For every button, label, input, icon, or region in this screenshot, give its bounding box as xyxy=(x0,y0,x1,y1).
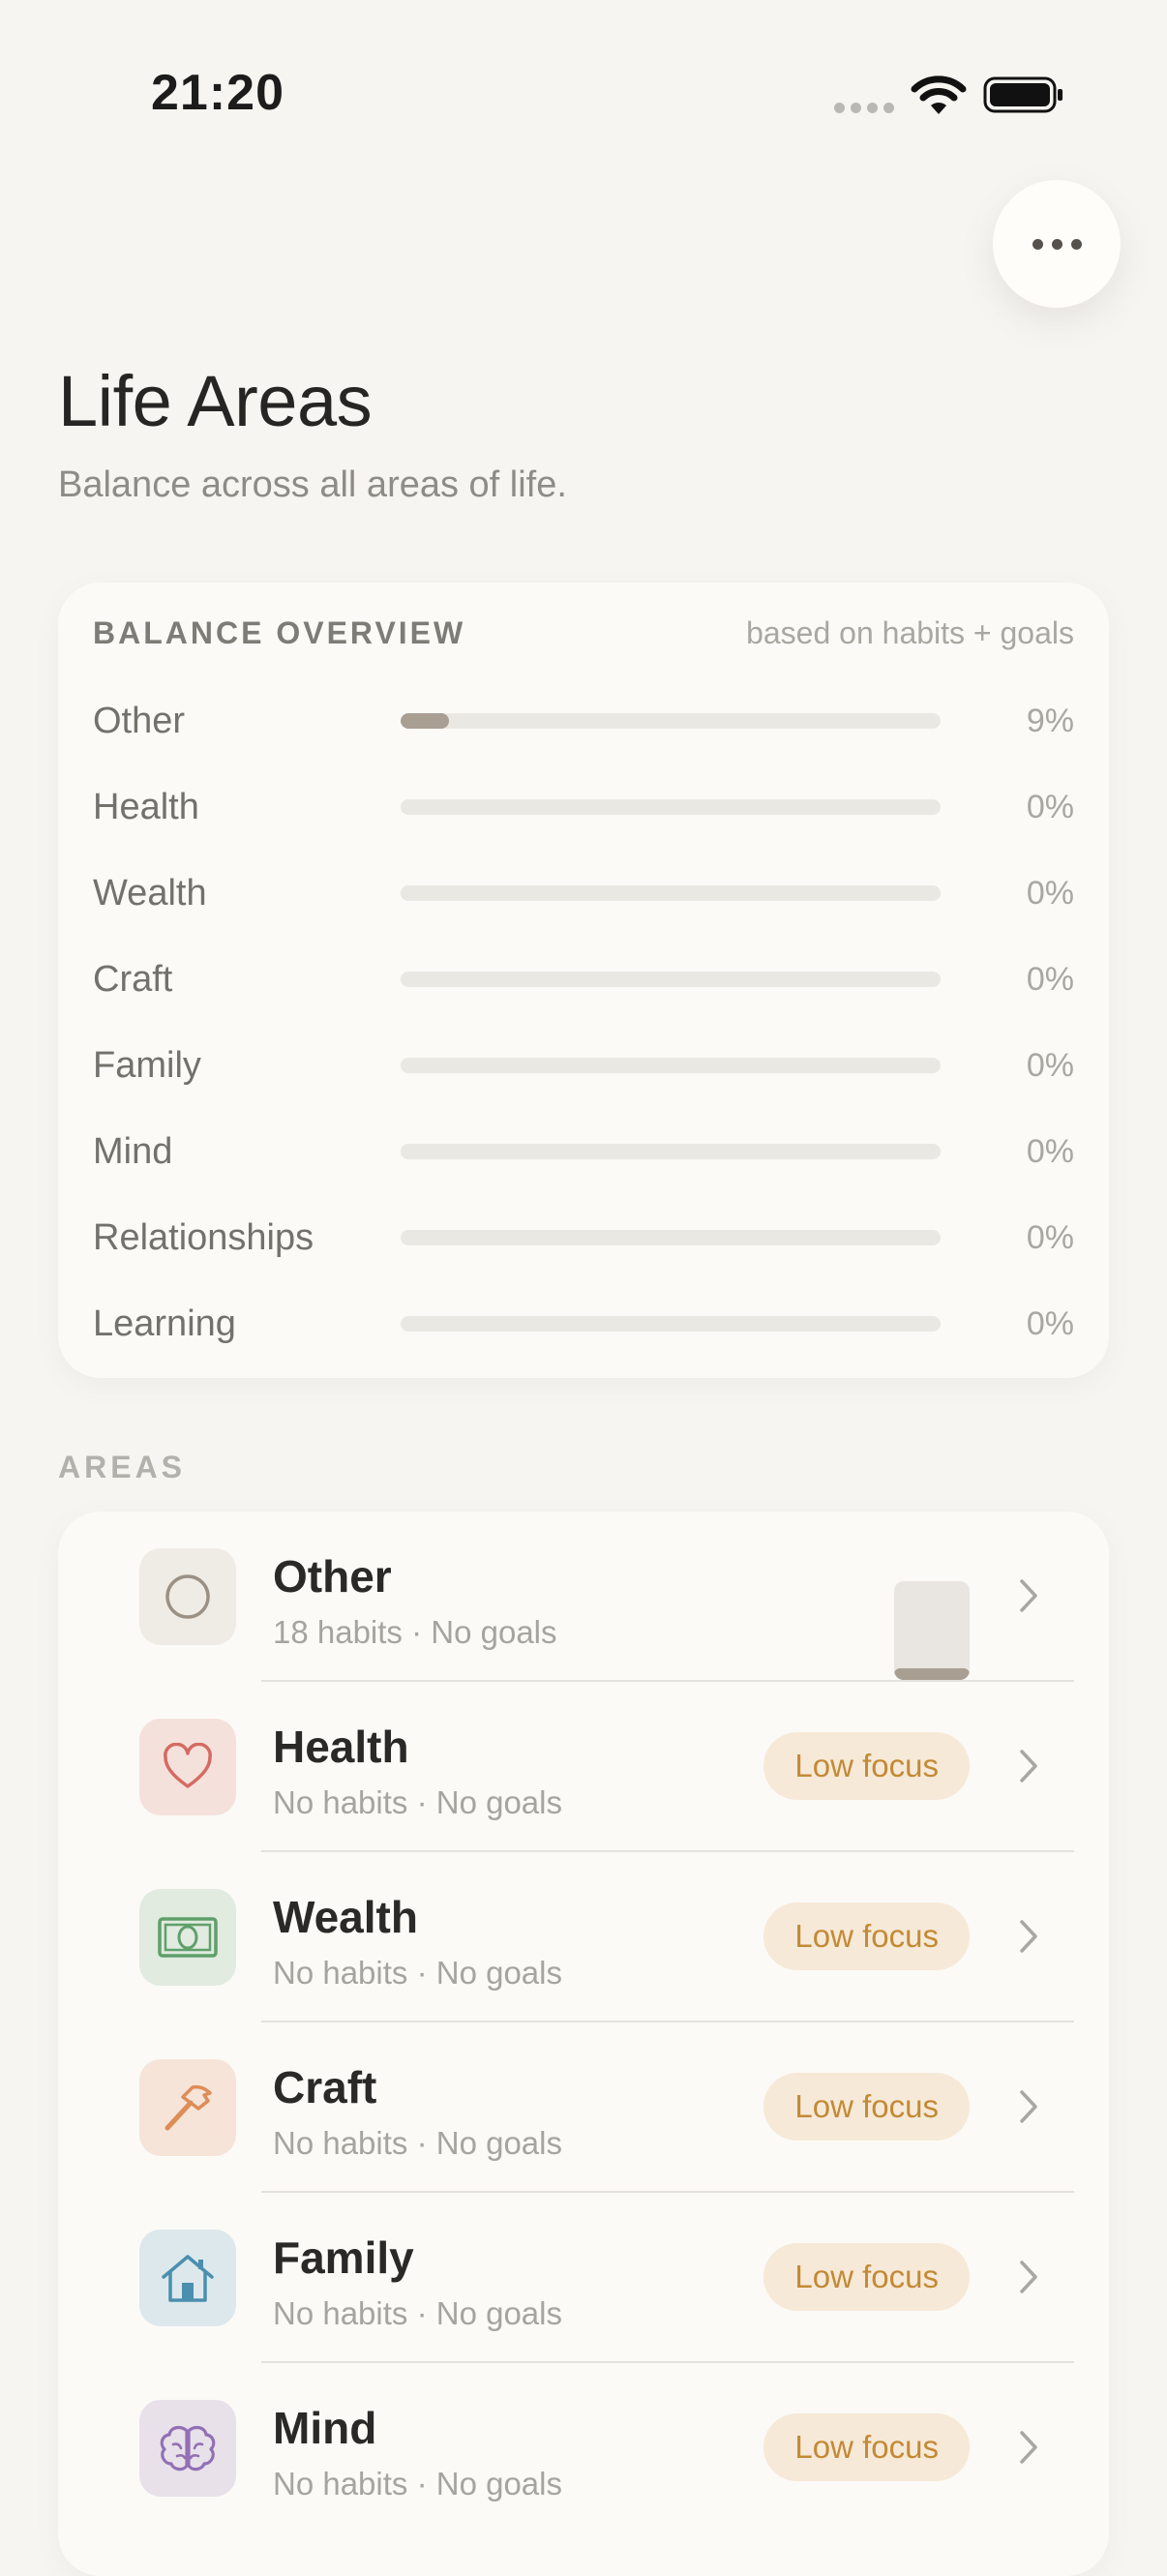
overview-progress-bar xyxy=(401,1144,941,1159)
heart-icon xyxy=(139,1719,236,1815)
overview-progress-bar xyxy=(401,799,941,815)
overview-row-percent: 0% xyxy=(1026,1305,1074,1342)
overview-row-percent: 9% xyxy=(1026,703,1074,739)
area-meta: 18 habits · No goals xyxy=(273,1614,557,1650)
overview-progress-bar xyxy=(401,972,941,987)
overview-row: Wealth 0% xyxy=(58,864,1109,922)
area-balance-mini-fill xyxy=(894,1668,970,1680)
low-focus-badge: Low focus xyxy=(763,2413,970,2481)
ellipsis-icon xyxy=(1032,238,1043,250)
area-balance-mini-bar xyxy=(894,1581,970,1680)
page-title: Life Areas xyxy=(58,361,373,441)
chevron-right-icon xyxy=(1020,1750,1037,1782)
status-bar: 21:20 xyxy=(0,0,1167,184)
page-subtitle: Balance across all areas of life. xyxy=(58,464,567,505)
overview-row-percent: 0% xyxy=(1026,1047,1074,1084)
area-row-craft[interactable]: Craft No habits · No goals Low focus xyxy=(58,2022,1109,2193)
brain-icon xyxy=(139,2400,236,2497)
overview-note: based on habits + goals xyxy=(746,615,1074,650)
area-row-other[interactable]: Other 18 habits · No goals xyxy=(58,1512,1109,1682)
area-meta: No habits · No goals xyxy=(273,2466,562,2501)
area-name: Health xyxy=(273,1722,409,1772)
overview-row: Mind 0% xyxy=(58,1123,1109,1181)
areas-list-card: Other 18 habits · No goals Health No habits… xyxy=(58,1512,1109,2576)
area-row-health[interactable]: Health No habits · No goals Low focus xyxy=(58,1682,1109,1852)
area-name: Mind xyxy=(273,2403,377,2453)
area-name: Family xyxy=(273,2232,414,2283)
wifi-icon xyxy=(911,75,967,114)
areas-section-label: AREAS xyxy=(58,1450,187,1484)
area-name: Craft xyxy=(273,2062,377,2112)
overview-row-label: Mind xyxy=(93,1131,173,1172)
hammer-icon xyxy=(139,2059,236,2156)
overview-progress-bar xyxy=(401,885,941,901)
overview-row: Relationships 0% xyxy=(58,1209,1109,1267)
overview-progress-bar xyxy=(401,1316,941,1332)
area-name: Wealth xyxy=(273,1892,418,1942)
cellular-signal-icon xyxy=(834,103,894,113)
area-meta: No habits · No goals xyxy=(273,2295,562,2331)
overview-row: Other 9% xyxy=(58,692,1109,750)
area-meta: No habits · No goals xyxy=(273,2125,562,2161)
overview-row-percent: 0% xyxy=(1026,961,1074,998)
overview-row-percent: 0% xyxy=(1026,875,1074,912)
chevron-right-icon xyxy=(1020,2261,1037,2293)
overview-row-percent: 0% xyxy=(1026,789,1074,825)
low-focus-badge: Low focus xyxy=(763,1732,970,1800)
overview-row: Craft 0% xyxy=(58,950,1109,1008)
overview-progress-bar xyxy=(401,1230,941,1245)
overview-row-label: Family xyxy=(93,1045,201,1086)
house-icon xyxy=(139,2230,236,2326)
circle-icon xyxy=(139,1548,236,1645)
overview-row-label: Other xyxy=(93,701,186,741)
balance-overview-card: BALANCE OVERVIEW based on habits + goals… xyxy=(58,583,1109,1378)
area-name: Other xyxy=(273,1551,392,1602)
overview-row-label: Wealth xyxy=(93,873,207,914)
chevron-right-icon xyxy=(1020,1579,1037,1612)
battery-icon xyxy=(983,76,1062,113)
overview-progress-bar xyxy=(401,713,941,729)
overview-title: BALANCE OVERVIEW xyxy=(93,615,466,650)
overview-row-label: Craft xyxy=(93,959,173,1000)
chevron-right-icon xyxy=(1020,2431,1037,2464)
chevron-right-icon xyxy=(1020,1920,1037,1953)
overview-row: Family 0% xyxy=(58,1036,1109,1094)
low-focus-badge: Low focus xyxy=(763,2243,970,2311)
overview-row: Health 0% xyxy=(58,778,1109,836)
area-row-wealth[interactable]: Wealth No habits · No goals Low focus xyxy=(58,1852,1109,2022)
low-focus-badge: Low focus xyxy=(763,1902,970,1970)
overview-row-percent: 0% xyxy=(1026,1133,1074,1170)
area-meta: No habits · No goals xyxy=(273,1955,562,1991)
area-row-family[interactable]: Family No habits · No goals Low focus xyxy=(58,2193,1109,2363)
overview-row-label: Relationships xyxy=(93,1217,314,1258)
chevron-right-icon xyxy=(1020,2090,1037,2123)
overview-row-label: Health xyxy=(93,787,199,827)
overview-progress-fill xyxy=(401,713,450,729)
overview-progress-bar xyxy=(401,1058,941,1073)
area-meta: No habits · No goals xyxy=(273,1784,562,1820)
low-focus-badge: Low focus xyxy=(763,2073,970,2141)
overview-row-label: Learning xyxy=(93,1303,236,1344)
overview-row: Learning 0% xyxy=(58,1295,1109,1353)
status-time: 21:20 xyxy=(151,65,284,121)
banknote-icon xyxy=(139,1889,236,1986)
area-row-mind[interactable]: Mind No habits · No goals Low focus xyxy=(58,2363,1109,2533)
more-options-button[interactable] xyxy=(993,180,1121,308)
overview-row-percent: 0% xyxy=(1026,1219,1074,1256)
